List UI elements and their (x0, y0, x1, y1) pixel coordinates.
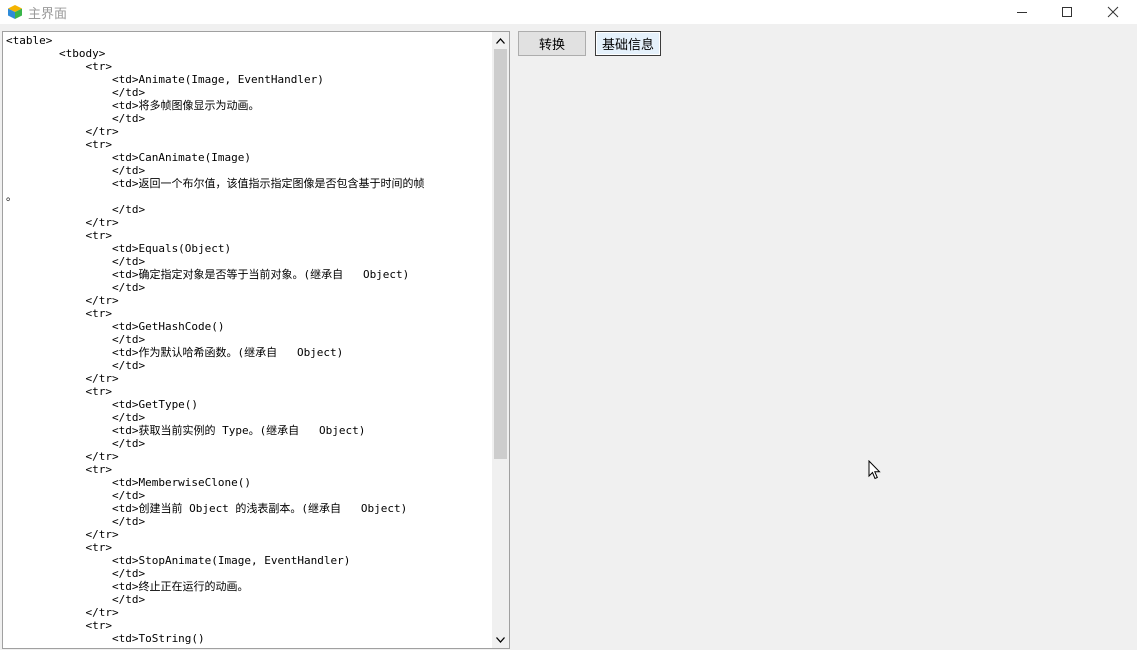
code-line: </tr> (6, 125, 119, 138)
code-line: <tr> (6, 619, 112, 632)
chevron-up-icon (496, 37, 505, 44)
editor-content[interactable]: <table> <tbody> <tr> <td>Animate(Image, … (6, 34, 491, 648)
maximize-button[interactable] (1044, 0, 1090, 24)
code-line: <td>ToString() (6, 632, 205, 645)
code-line: </td> (6, 411, 146, 424)
code-line: <td>GetHashCode() (6, 320, 225, 333)
scroll-thumb[interactable] (494, 49, 507, 459)
code-line: <td>终止正在运行的动画。 (6, 580, 249, 593)
code-line: </tr> (6, 528, 119, 541)
convert-button[interactable]: 转换 (518, 31, 586, 56)
code-line: </tr> (6, 294, 119, 307)
code-line: <td>StopAnimate(Image, EventHandler) (6, 554, 351, 567)
code-line: <td>将多帧图像显示为动画。 (6, 99, 260, 112)
title-bar: 主界面 (0, 0, 1137, 24)
minimize-button[interactable] (999, 0, 1045, 24)
code-line: <tr> (6, 385, 112, 398)
scroll-down-button[interactable] (492, 631, 509, 648)
code-line: <td>创建当前 Object 的浅表副本。(继承自 Object) (6, 502, 408, 515)
code-line: <td>CanAnimate(Image) (6, 151, 252, 164)
code-line: </td> (6, 281, 146, 294)
code-line: <td>MemberwiseClone() (6, 476, 252, 489)
code-line: <tr> (6, 138, 112, 151)
code-line: <tbody> (6, 47, 106, 60)
code-line: </td> (6, 164, 146, 177)
code-line: <td>获取当前实例的 Type。(继承自 Object) (6, 424, 366, 437)
code-line: <td>作为默认哈希函数。(继承自 Object) (6, 346, 344, 359)
code-line: <table> (6, 34, 53, 47)
code-line: </tr> (6, 216, 119, 229)
code-line: </td> (6, 255, 146, 268)
code-line: <td>确定指定对象是否等于当前对象。(继承自 Object) (6, 268, 410, 281)
html-text-editor[interactable]: <table> <tbody> <tr> <td>Animate(Image, … (2, 31, 510, 649)
app-icon (8, 5, 22, 19)
code-line: <td>Equals(Object) (6, 242, 232, 255)
scroll-up-button[interactable] (492, 32, 509, 49)
code-line: <tr> (6, 541, 112, 554)
code-line: <tr> (6, 307, 112, 320)
code-line: </td> (6, 86, 146, 99)
code-line: <tr> (6, 60, 112, 73)
code-line: </tr> (6, 606, 119, 619)
code-line: </td> (6, 112, 146, 125)
close-icon (1107, 6, 1119, 18)
code-line: <tr> (6, 229, 112, 242)
code-line: <tr> (6, 463, 112, 476)
code-line: </tr> (6, 450, 119, 463)
window-title: 主界面 (28, 7, 68, 22)
code-line: </td> (6, 593, 146, 606)
code-line: </td> (6, 437, 146, 450)
code-line: </td> (6, 203, 146, 216)
code-line: <td>GetType() (6, 398, 199, 411)
code-line: </td> (6, 489, 146, 502)
close-button[interactable] (1090, 0, 1136, 24)
code-line: </td> (6, 515, 146, 528)
chevron-down-icon (496, 636, 505, 643)
code-line: 。 (6, 190, 17, 203)
vertical-scrollbar[interactable] (492, 32, 509, 648)
minimize-icon (1017, 12, 1027, 13)
mouse-pointer-icon (868, 460, 881, 480)
code-line: <td>Animate(Image, EventHandler) (6, 73, 324, 86)
basic-info-button[interactable]: 基础信息 (595, 31, 661, 56)
code-line: </td> (6, 333, 146, 346)
code-line: </td> (6, 359, 146, 372)
code-line: </tr> (6, 372, 119, 385)
code-line: <td>返回一个布尔值，该值指示指定图像是否包含基于时间的帧 (6, 177, 425, 190)
maximize-icon (1062, 7, 1072, 17)
code-line: </td> (6, 567, 146, 580)
